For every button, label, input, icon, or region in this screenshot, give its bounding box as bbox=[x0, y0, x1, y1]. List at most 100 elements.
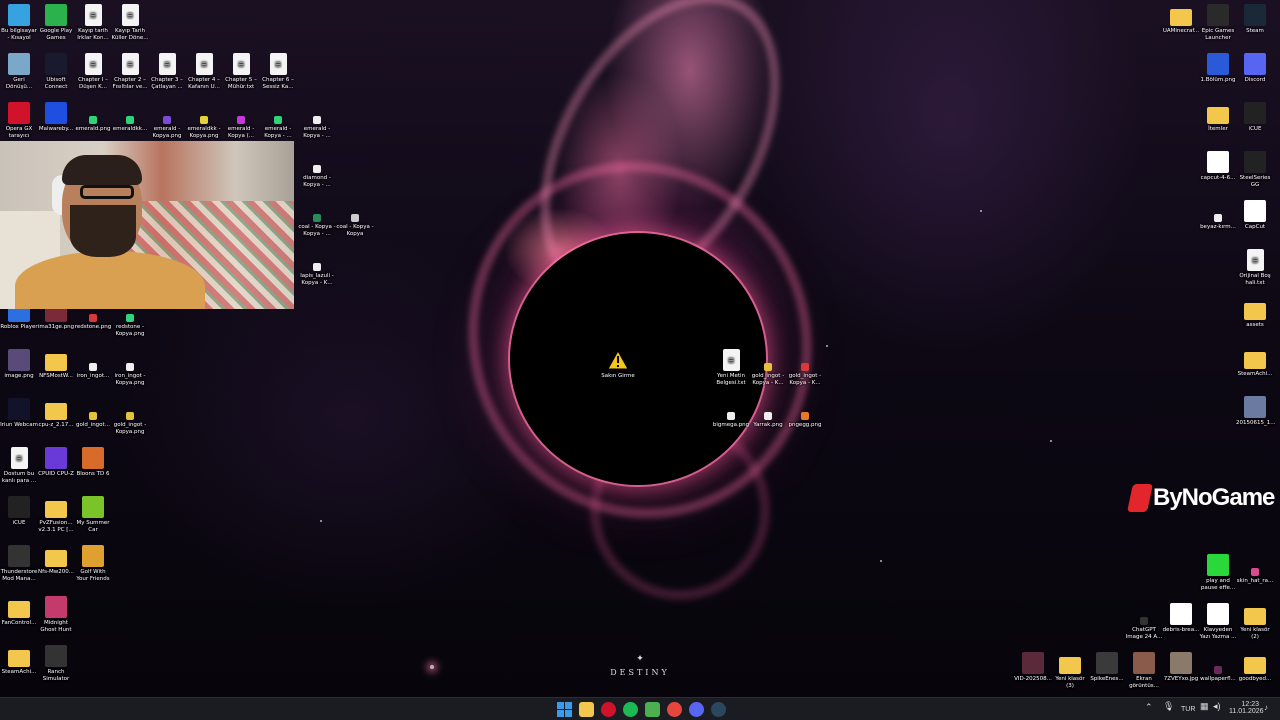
desktop-icon[interactable]: goodbyed... bbox=[1236, 652, 1274, 683]
desktop-icon[interactable]: Yarrak.png bbox=[749, 398, 787, 429]
desktop-icon[interactable]: emeraldkk - Kopya.png bbox=[185, 102, 223, 140]
desktop-icon[interactable]: VID-202508... bbox=[1014, 652, 1052, 683]
desktop-icon[interactable]: Yeni klasör (3) bbox=[1051, 652, 1089, 690]
desktop-icon[interactable]: Bu bilgisayar - Kısayol bbox=[0, 4, 38, 42]
clock[interactable]: 12:23 11.01.2026 bbox=[1229, 701, 1264, 715]
desktop-icon[interactable]: Ubisoft Connect bbox=[37, 53, 75, 91]
desktop-icon[interactable]: ≡ Chapter 6 – Sessiz Ka... bbox=[259, 53, 297, 91]
minecraft-icon[interactable] bbox=[645, 702, 660, 717]
desktop-icon[interactable]: gold_ingot - Kopya.png bbox=[111, 398, 149, 436]
desktop-icon[interactable]: coal - Kopya - Kopya - ... bbox=[298, 200, 336, 238]
desktop-icon[interactable]: ≡ Chapter I – Düşen K... bbox=[74, 53, 112, 91]
discord-icon[interactable] bbox=[689, 702, 704, 717]
desktop-icon[interactable]: Google Play Games bbox=[37, 4, 75, 42]
desktop-icon[interactable]: wallpaperfl... bbox=[1199, 652, 1237, 683]
desktop-icon[interactable]: bigmega.png bbox=[712, 398, 750, 429]
image-icon bbox=[1096, 652, 1118, 674]
desktop-icon[interactable]: UAMinecraf... bbox=[1162, 4, 1200, 35]
desktop-icon[interactable]: ≡ Chapter 4 – Kafanın U... bbox=[185, 53, 223, 91]
desktop-icon[interactable]: SteamAchi... bbox=[0, 645, 38, 676]
desktop-icon[interactable]: Midnight Ghost Hunt bbox=[37, 596, 75, 634]
desktop-icon[interactable]: Klavyeden Yazı Yazma ... bbox=[1199, 603, 1237, 641]
desktop-icon[interactable]: emerald - Kopya - ... bbox=[298, 102, 336, 140]
desktop-icon[interactable]: gold_ingot - Kopya - K... bbox=[786, 349, 824, 387]
desktop-icon[interactable]: emerald - Kopya (... bbox=[222, 102, 260, 140]
desktop-icon[interactable]: skin_hat_ra... bbox=[1236, 554, 1274, 585]
desktop-icon[interactable]: Yeni klasör (2) bbox=[1236, 603, 1274, 641]
desktop-icon[interactable]: iCUE bbox=[1236, 102, 1274, 133]
desktop-icon[interactable]: iron_ingot - Kopya.png bbox=[111, 349, 149, 387]
desktop-icon[interactable]: gold_ingot - Kopya - K... bbox=[749, 349, 787, 387]
desktop-icon[interactable]: Nfs-Mw200... bbox=[37, 545, 75, 576]
desktop-icon[interactable]: ≡ Yeni Metin Belgesi.txt bbox=[712, 349, 750, 387]
desktop-icon[interactable]: play and pause effe... bbox=[1199, 554, 1237, 592]
desktop-icon[interactable]: Ekran görüntüs... bbox=[1125, 652, 1163, 690]
desktop-icon[interactable]: ≡ Kayıp tarih Irklar Kon... bbox=[74, 4, 112, 42]
desktop-icon[interactable]: emerald - Kopya.png bbox=[148, 102, 186, 140]
desktop-icon[interactable]: NFSMostW... bbox=[37, 349, 75, 380]
desktop-icon[interactable]: Iriun Webcam bbox=[0, 398, 38, 429]
spotify-icon[interactable] bbox=[623, 702, 638, 717]
steam-icon[interactable] bbox=[711, 702, 726, 717]
desktop-icon[interactable]: CPUID CPU-Z bbox=[37, 447, 75, 478]
desktop-icon[interactable]: Golf With Your Friends bbox=[74, 545, 112, 583]
desktop-icon[interactable]: CapCut bbox=[1236, 200, 1274, 231]
desktop-icon[interactable]: debris-brea... bbox=[1162, 603, 1200, 634]
desktop-icon[interactable]: My Summer Car bbox=[74, 496, 112, 534]
desktop-icon[interactable]: Epic Games Launcher bbox=[1199, 4, 1237, 42]
desktop-icon[interactable]: ≡ Dostum bu kanlı para ... bbox=[0, 447, 38, 485]
desktop-icon[interactable]: coal - Kopya - Kopya bbox=[336, 200, 374, 238]
desktop-icon[interactable]: ≡ Chapter 5 – Mühür.txt bbox=[222, 53, 260, 91]
desktop-icon[interactable]: emerald - Kopya - ... bbox=[259, 102, 297, 140]
opera-gx-icon[interactable] bbox=[601, 702, 616, 717]
desktop-icon[interactable]: ≡ Orijinal Boş hali.txt bbox=[1236, 249, 1274, 287]
image-icon bbox=[1251, 568, 1259, 576]
desktop-icon[interactable]: Bloons TD 6 bbox=[74, 447, 112, 478]
network-icon[interactable]: ▦ bbox=[1200, 702, 1209, 711]
desktop-icon[interactable]: SpikeEnes... bbox=[1088, 652, 1126, 683]
desktop-icon[interactable]: Discord bbox=[1236, 53, 1274, 84]
desktop-icon[interactable]: lapis_lazuli - Kopya - K... bbox=[298, 249, 336, 287]
desktop-icon[interactable]: gold_ingot... bbox=[74, 398, 112, 429]
start-icon[interactable] bbox=[557, 702, 572, 717]
chrome-icon[interactable] bbox=[667, 702, 682, 717]
desktop-icon[interactable]: PvZFusion... v2.3.1 PC [... bbox=[37, 496, 75, 534]
desktop-icon[interactable]: Sakın Girme bbox=[599, 349, 637, 380]
desktop-icon[interactable]: SteelSeries GG bbox=[1236, 151, 1274, 189]
desktop-icon[interactable]: Thunderstore Mod Mana... bbox=[0, 545, 38, 583]
desktop-icon[interactable]: 7ZVEYxo.jpg bbox=[1162, 652, 1200, 683]
volume-icon[interactable]: ◂) bbox=[1213, 702, 1221, 711]
desktop-icon[interactable]: capcut-4-6... bbox=[1199, 151, 1237, 182]
desktop-icon[interactable]: beyaz-kırm... bbox=[1199, 200, 1237, 231]
desktop-icon[interactable]: pngegg.png bbox=[786, 398, 824, 429]
file-explorer-icon[interactable] bbox=[579, 702, 594, 717]
notification-bell-icon[interactable]: ♪ bbox=[1264, 704, 1268, 712]
desktop-icon[interactable]: emerald.png bbox=[74, 102, 112, 133]
microphone-icon[interactable]: 🎙 bbox=[1163, 702, 1174, 711]
desktop-icon[interactable]: Opera GX tarayıcı bbox=[0, 102, 38, 140]
language-indicator[interactable]: TUR bbox=[1181, 706, 1195, 713]
desktop-icon[interactable]: ≡ Chapter 3 – Çatlayan ... bbox=[148, 53, 186, 91]
desktop-icon[interactable]: image.png bbox=[0, 349, 38, 380]
desktop-icon[interactable]: FanControl... bbox=[0, 596, 38, 627]
desktop-icon[interactable]: emeraldkk... bbox=[111, 102, 149, 133]
desktop-icon[interactable]: 1.Bölüm.png bbox=[1199, 53, 1237, 84]
desktop-icon[interactable]: Geri Dönüşü... bbox=[0, 53, 38, 91]
gold-ingot-icon bbox=[126, 412, 134, 420]
desktop-icon[interactable]: İtemler bbox=[1199, 102, 1237, 133]
desktop-icon[interactable]: iCUE bbox=[0, 496, 38, 527]
desktop-icon[interactable]: cpu-z_2.17... bbox=[37, 398, 75, 429]
desktop-icon[interactable]: ChatGPT Image 24 A... bbox=[1125, 603, 1163, 641]
desktop-icon[interactable]: SteamAchi... bbox=[1236, 347, 1274, 378]
star bbox=[430, 665, 434, 669]
desktop-icon[interactable]: diamond - Kopya - ... bbox=[298, 151, 336, 189]
chevron-up-icon[interactable]: ⌃ bbox=[1145, 703, 1153, 712]
desktop-icon[interactable]: 20150615_1... bbox=[1236, 396, 1276, 427]
desktop-icon[interactable]: ≡ Kayıp Tarih Küller Döne... bbox=[111, 4, 149, 42]
desktop-icon[interactable]: ≡ Chapter 2 – Fısıltılar ve... bbox=[111, 53, 149, 91]
desktop-icon[interactable]: Steam bbox=[1236, 4, 1274, 35]
desktop-icon[interactable]: iron_ingot... bbox=[74, 349, 112, 380]
desktop-icon[interactable]: Malwareby... bbox=[37, 102, 75, 133]
desktop-icon[interactable]: Ranch Simulator bbox=[37, 645, 75, 683]
desktop-icon[interactable]: assets bbox=[1236, 298, 1274, 329]
